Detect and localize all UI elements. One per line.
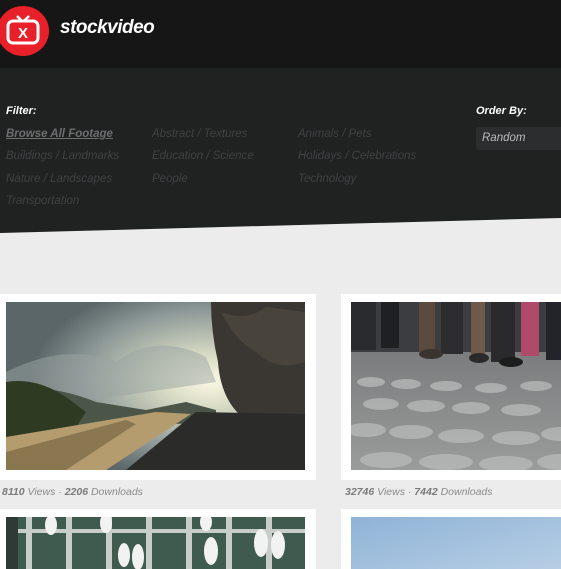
video-thumbnail-sky[interactable]: [351, 517, 561, 569]
video-card[interactable]: [0, 294, 316, 480]
order-by-heading: Order By:: [476, 105, 527, 117]
downloads-label: Downloads: [440, 486, 493, 498]
stats-separator: ·: [407, 486, 412, 498]
filter-technology[interactable]: Technology: [298, 173, 356, 185]
video-stats: 32746 Views · 7442 Downloads: [345, 486, 493, 498]
logo-letter: X: [18, 25, 28, 42]
filter-panel: Filter: Browse All Footage Abstract / Te…: [0, 68, 561, 233]
top-bar: X stockvideo: [0, 0, 561, 68]
filter-heading: Filter:: [6, 105, 37, 117]
brand-name[interactable]: stockvideo: [60, 17, 155, 39]
views-count: 8110: [2, 486, 25, 498]
video-stats: 8110 Views · 2206 Downloads: [2, 486, 143, 498]
filter-browse-all[interactable]: Browse All Footage: [6, 128, 113, 140]
video-card[interactable]: [0, 509, 316, 569]
video-thumbnail-cliff-road[interactable]: [6, 302, 305, 470]
video-card[interactable]: [341, 509, 561, 569]
order-by-select[interactable]: Random: [476, 127, 561, 150]
filter-animals-pets[interactable]: Animals / Pets: [298, 128, 372, 140]
video-thumbnail-marina[interactable]: [6, 517, 305, 569]
video-thumbnail-cobblestone[interactable]: [351, 302, 561, 470]
filter-transportation[interactable]: Transportation: [6, 195, 79, 207]
stats-separator: ·: [58, 486, 62, 498]
filter-people[interactable]: People: [152, 173, 188, 185]
filter-holidays-celebrations[interactable]: Holidays / Celebrations: [298, 150, 416, 162]
filter-nature-landscapes[interactable]: Nature / Landscapes: [6, 173, 112, 185]
filter-buildings-landmarks[interactable]: Buildings / Landmarks: [6, 150, 119, 162]
views-label: Views: [27, 486, 56, 498]
views-label: Views: [377, 486, 405, 498]
logo-tv-icon[interactable]: X: [0, 6, 49, 56]
downloads-label: Downloads: [90, 486, 143, 498]
order-by-value: Random: [482, 132, 526, 144]
views-count: 32746: [345, 486, 375, 498]
downloads-count: 2206: [64, 486, 89, 498]
video-card[interactable]: [341, 294, 561, 480]
filter-abstract-textures[interactable]: Abstract / Textures: [152, 128, 247, 140]
downloads-count: 7442: [414, 486, 438, 498]
filter-education-science[interactable]: Education / Science: [152, 150, 254, 162]
